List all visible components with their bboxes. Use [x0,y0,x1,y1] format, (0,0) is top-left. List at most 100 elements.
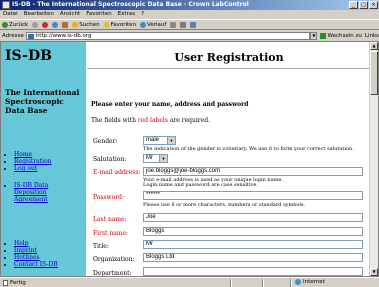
email-hint-2: Login name and password are case sensiti… [143,182,258,188]
home-button[interactable] [62,21,69,28]
address-url: http://www.is-db.org [35,32,92,39]
home-icon [62,21,69,28]
stop-button[interactable] [42,21,49,28]
site-subtitle: The International Spectroscopic Data Bas… [5,88,80,115]
menu-ansicht[interactable]: Ansicht [60,10,80,19]
status-divider [230,279,232,287]
gender-label: Gender: [93,138,118,145]
edit-icon [190,21,197,28]
address-dropdown-icon[interactable]: ▼ [310,31,318,40]
nav-link-help[interactable]: Help [14,240,29,247]
scroll-down-icon[interactable]: ▼ [370,268,378,276]
refresh-button[interactable] [52,21,59,28]
department-label: Department: [93,270,132,277]
print-icon [180,21,187,28]
menu-help[interactable]: ? [141,10,144,19]
favorites-button[interactable]: Favoriten [103,21,136,28]
firstname-field[interactable]: Bloggs [143,227,363,236]
salutation-label: Salutation: [93,156,127,163]
nav-link-contact[interactable]: Contact IS-DB [14,261,58,268]
vertical-scrollbar[interactable]: ▲ ▼ [369,42,378,276]
nav-link-logout[interactable]: Log out [14,165,37,172]
note-text: The fields with [91,117,138,124]
password-label: Password: [93,194,124,201]
organization-field[interactable]: Bloggs Ltd [143,253,363,262]
toolbar: Zurück Suchen Favoriten Verlauf [0,19,379,30]
nav-group-deposition: IS-DB Data Deposition Agreement [5,182,80,203]
password-hint: Please use 8 or more characters, numbers… [143,202,306,208]
window-controls: _ □ × [349,1,378,9]
email-label: E-mail address: [93,169,141,176]
close-button[interactable]: × [369,1,378,9]
nav-item-home: Home [14,151,80,158]
salutation-select[interactable]: Mr ▼ [143,154,168,163]
maximize-button[interactable]: □ [359,1,368,9]
print-button[interactable] [180,21,187,28]
forward-button[interactable] [32,21,39,28]
firstname-label: First name: [93,230,129,237]
email-field[interactable]: joe.bloggs@joe-bloggs.com [143,167,363,176]
note-text-end: are required. [167,117,210,124]
menu-datei[interactable]: Datei [3,10,18,19]
organization-label: Organization: [93,256,135,263]
mail-button[interactable] [170,21,177,28]
mail-icon [170,21,177,28]
favorites-star-icon [103,21,110,28]
window-title: IS-DB - The International Spectroscopic … [12,1,249,8]
go-button[interactable]: Wechseln zu [320,32,362,39]
lastname-label: Last name: [93,216,127,223]
menu-extras[interactable]: Extras [118,10,135,19]
back-arrow-icon [2,21,8,28]
status-divider [262,279,264,287]
gender-hint: The indication of the gender is voluntar… [143,146,354,152]
nav-group-main: Home Registration Log out [5,151,80,172]
chevron-down-icon: ▼ [159,155,167,162]
password-field[interactable]: ****** [143,191,363,200]
nav-link-hotlines[interactable]: Hotlines [14,254,40,261]
history-icon [140,21,147,28]
nav-group-help: Help Imprint Hotlines Contact IS-DB [5,240,80,268]
title-field[interactable]: Mr [143,240,363,249]
links-button[interactable]: Links [365,33,379,39]
required-note: The fields with red labels are required. [91,117,210,124]
gender-value: male [146,137,160,143]
chevron-down-icon: ▼ [167,137,175,144]
gender-select[interactable]: male ▼ [143,136,176,145]
nav-item-hotlines: Hotlines [14,254,80,261]
nav-link-imprint[interactable]: Imprint [14,247,37,254]
search-icon [72,21,79,28]
address-bar: Adresse http://www.is-db.org ▼ Wechseln … [0,30,379,41]
security-zone: Internet [295,279,325,285]
edit-button[interactable] [190,21,197,28]
department-field[interactable] [143,267,363,276]
site-logo: IS-DB [5,48,52,64]
scroll-thumb[interactable] [370,51,378,95]
scroll-up-icon[interactable]: ▲ [370,42,378,50]
status-text: Fertig [10,279,26,286]
menu-bearbeiten[interactable]: Bearbeiten [24,10,54,19]
window-titlebar: IS-DB - The International Spectroscopic … [0,0,379,10]
nav-link-deposition[interactable]: IS-DB Data Deposition Agreement [14,182,48,203]
page-viewport: IS-DB The International Spectroscopic Da… [0,41,379,277]
lastname-field[interactable]: Joe [143,213,363,222]
nav-item-contact: Contact IS-DB [14,261,80,268]
form-prompt: Please enter your name, address and pass… [91,101,249,108]
nav-link-registration[interactable]: Registration [14,158,52,165]
zone-text: Internet [303,279,325,285]
nav-item-deposition: IS-DB Data Deposition Agreement [14,182,80,203]
go-arrow-icon [320,32,327,39]
nav-link-home[interactable]: Home [14,151,32,158]
page-icon [27,33,34,39]
title-divider [87,68,371,69]
title-label: Title: [93,243,109,250]
search-button[interactable]: Suchen [72,21,100,28]
forward-arrow-icon [32,21,39,28]
minimize-button[interactable]: _ [349,1,358,9]
history-button[interactable]: Verlauf [140,21,166,28]
status-divider [290,279,292,287]
status-text-wrap: Fertig [3,279,26,286]
refresh-icon [52,21,59,28]
menu-favoriten[interactable]: Favoriten [86,10,111,19]
back-button[interactable]: Zurück [2,21,28,28]
address-input[interactable]: http://www.is-db.org [25,31,311,40]
